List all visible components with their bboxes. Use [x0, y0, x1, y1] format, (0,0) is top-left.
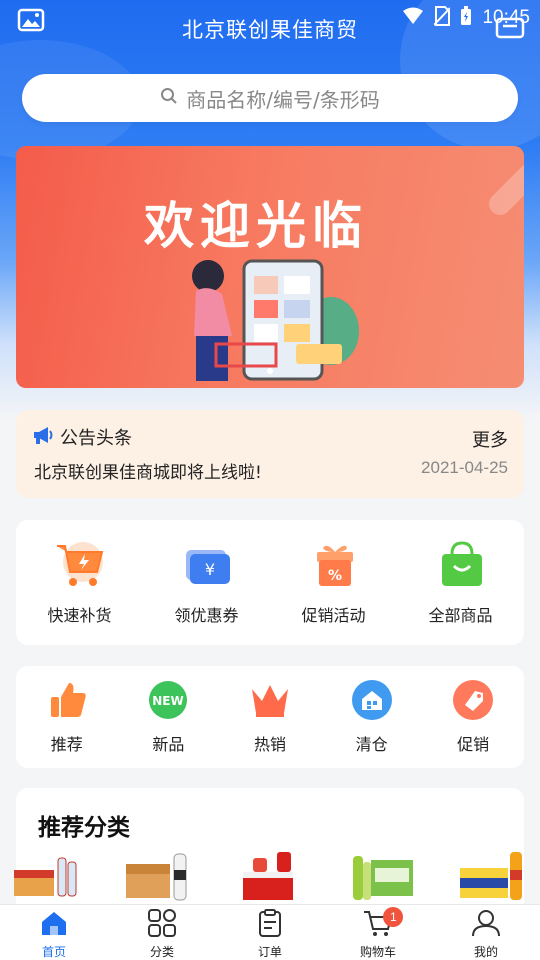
product-thumbnail[interactable]: [233, 848, 307, 908]
quick-actions-card: 快速补货 ¥ 领优惠券 % 促销活动 全部商品: [16, 520, 524, 645]
product-thumbnail[interactable]: [10, 848, 84, 908]
sale-label: 促销: [457, 735, 490, 754]
tab-home[interactable]: 首页: [0, 905, 108, 960]
quick-restock-label: 快速补货: [47, 605, 112, 625]
tab-profile[interactable]: 我的: [432, 905, 540, 960]
coupon-label: 领优惠券: [174, 605, 239, 625]
banner-illustration: [192, 259, 359, 381]
bottom-tab-bar: 首页 分类 订单 1 购物车 我的: [0, 904, 540, 960]
search-input[interactable]: 商品名称/编号/条形码: [22, 74, 518, 122]
promo-banner[interactable]: 欢迎光临: [16, 146, 524, 388]
announcement-panel[interactable]: 公告头条 更多 北京联创果佳商城即将上线啦! 2021-04-25: [16, 410, 524, 498]
quick-restock-button[interactable]: 快速补货: [16, 520, 143, 645]
promotion-button[interactable]: % 促销活动: [270, 520, 397, 645]
tab-orders-label: 订单: [257, 945, 282, 959]
product-thumbnail[interactable]: [456, 848, 530, 908]
banner-dot: [267, 368, 273, 374]
hot-sale-label: 热销: [253, 735, 286, 754]
gift-percent-icon: %: [307, 540, 361, 594]
hot-sale-button[interactable]: 热销: [219, 666, 321, 768]
recommend-button[interactable]: 推荐: [16, 666, 118, 768]
warehouse-icon: [350, 679, 394, 725]
crown-icon: [248, 679, 292, 725]
user-icon: [470, 909, 502, 941]
product-thumbnail[interactable]: [122, 848, 196, 908]
megaphone-icon: [32, 425, 54, 450]
search-placeholder: 商品名称/编号/条形码: [186, 87, 380, 112]
shopping-bag-icon: [434, 540, 488, 594]
clearance-button[interactable]: 清仓: [321, 666, 423, 768]
recommended-products-row: [10, 848, 530, 908]
svg-text:%: %: [327, 568, 341, 584]
svg-text:¥: ¥: [204, 560, 214, 579]
message-icon[interactable]: [494, 12, 526, 42]
thumbs-up-icon: [45, 679, 89, 725]
recommended-title: 推荐分类: [38, 815, 130, 841]
all-products-button[interactable]: 全部商品: [397, 520, 524, 645]
product-thumbnail[interactable]: [345, 848, 419, 908]
more-link[interactable]: 更多: [472, 426, 508, 452]
all-products-label: 全部商品: [428, 605, 493, 625]
promotion-label: 促销活动: [301, 605, 366, 625]
category-shortcuts-card: 推荐 NEW 新品 热销 清仓 促销: [16, 666, 524, 768]
coupon-icon: ¥: [180, 540, 234, 594]
cart-bolt-icon: [53, 540, 107, 594]
tab-profile-label: 我的: [473, 945, 498, 959]
category-grid-icon: [146, 909, 178, 941]
tab-category[interactable]: 分类: [108, 905, 216, 960]
clearance-label: 清仓: [355, 735, 388, 754]
tag-icon: [451, 679, 495, 725]
tab-category-label: 分类: [149, 945, 174, 959]
announcement-heading: 公告头条: [60, 428, 132, 449]
clipboard-icon: [254, 909, 286, 941]
announcement-date: 2021-04-25: [421, 458, 508, 477]
app-title: 北京联创果佳商贸: [182, 18, 358, 42]
new-products-button[interactable]: NEW 新品: [118, 666, 220, 768]
tab-home-label: 首页: [41, 945, 66, 959]
new-badge-icon: NEW: [146, 679, 190, 725]
coupon-button[interactable]: ¥ 领优惠券: [143, 520, 270, 645]
svg-text:NEW: NEW: [153, 694, 184, 708]
banner-pagination: [16, 368, 524, 374]
announcement-text[interactable]: 北京联创果佳商城即将上线啦!: [34, 458, 262, 483]
sale-button[interactable]: 促销: [422, 666, 524, 768]
home-icon: [38, 909, 70, 941]
tab-orders[interactable]: 订单: [216, 905, 324, 960]
cart-badge: 1: [383, 907, 404, 927]
recommend-label: 推荐: [50, 735, 83, 754]
new-products-label: 新品: [152, 735, 185, 754]
tab-cart[interactable]: 1 购物车: [324, 905, 432, 960]
search-icon: [160, 86, 178, 110]
tab-cart-label: 购物车: [359, 945, 396, 959]
